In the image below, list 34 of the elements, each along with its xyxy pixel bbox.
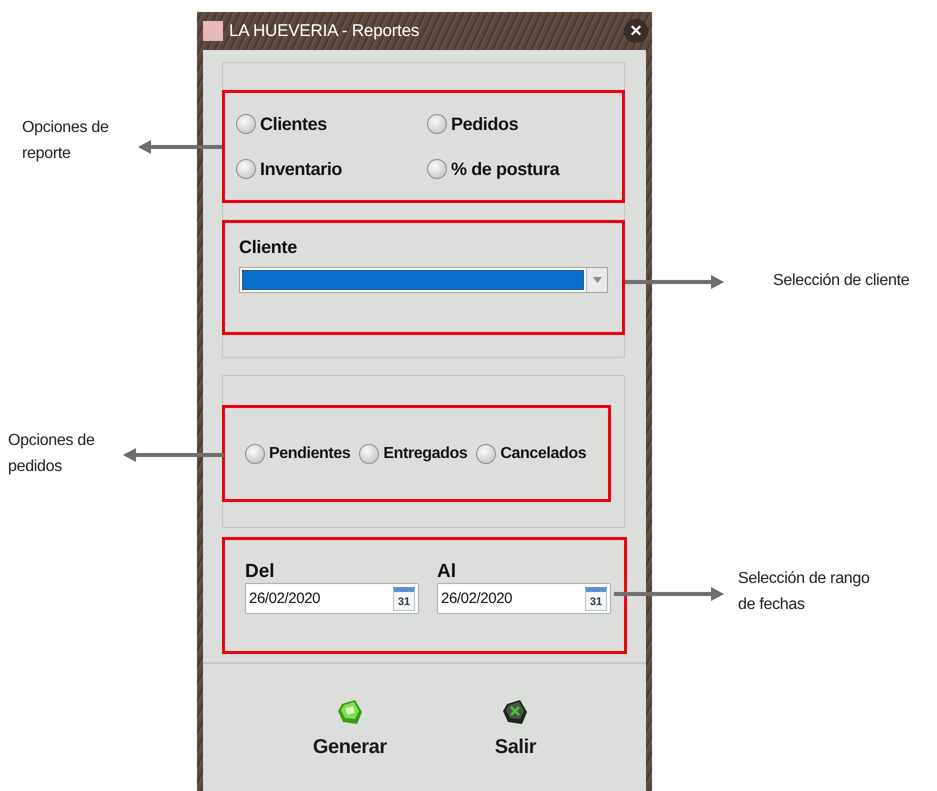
field-label: Cliente [239,237,298,258]
radio-label[interactable]: Pendientes [269,444,350,462]
radio-button[interactable] [245,444,265,464]
annotation-text: Opciones de pedidos [8,431,95,477]
radio-label[interactable]: Cancelados [500,444,586,462]
window-title: LA HUEVERIA - Reportes [229,21,420,41]
annotation-text: Opciones de reporte [22,118,109,164]
radio-label[interactable]: Inventario [260,158,342,180]
field-label: Al [437,562,457,582]
radio-label[interactable]: Pedidos [451,114,518,134]
key-icon [503,700,528,724]
client-dropdown[interactable] [239,267,608,293]
field-label: Del [245,562,276,582]
calendar-icon[interactable]: 31 [393,586,415,610]
date-field[interactable]: 26/02/2020 31 [245,583,419,614]
close-button[interactable]: × [624,19,648,43]
annotation-text: Selección de rango de fechas [738,569,870,615]
generate-button[interactable]: Generar [308,696,391,761]
app-icon [203,21,223,41]
radio-label[interactable]: Clientes [260,114,327,134]
radio-button[interactable] [476,444,496,464]
radio-button[interactable] [236,114,256,134]
calendar-icon[interactable]: 31 [585,586,607,610]
radio-button[interactable] [427,114,447,134]
radio-label[interactable]: % de postura [451,158,560,180]
dropdown-arrow-icon[interactable] [592,277,602,283]
date-field[interactable]: 26/02/2020 31 [437,583,611,614]
radio-button[interactable] [236,159,256,179]
exit-button[interactable]: Salir [490,696,540,761]
radio-button[interactable] [427,159,447,179]
radio-label[interactable]: Entregados [383,444,468,462]
radio-button[interactable] [359,444,380,464]
annotation-text: Selección de cliente [773,271,910,291]
key-icon [338,700,362,724]
